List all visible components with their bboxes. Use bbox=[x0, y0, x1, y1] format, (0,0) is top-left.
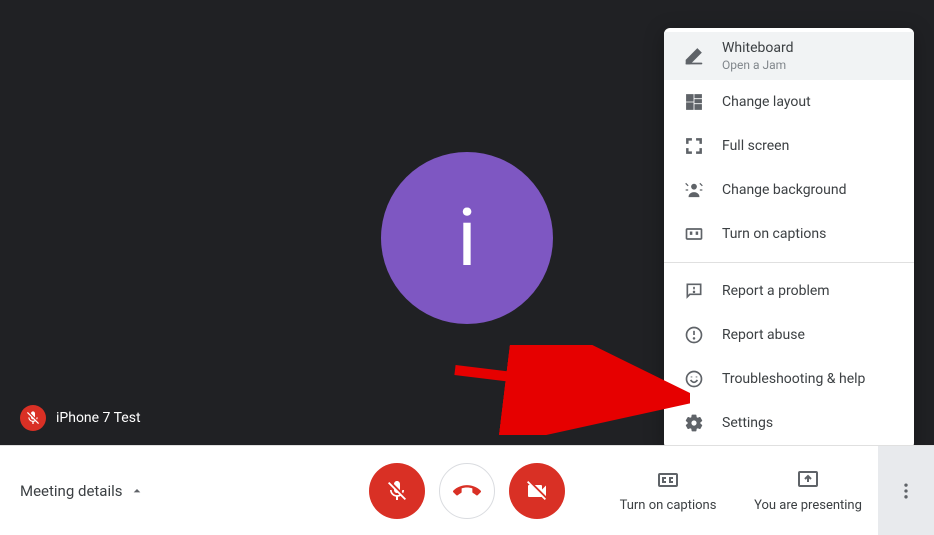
menu-item-report-problem[interactable]: Report a problem bbox=[664, 269, 914, 313]
menu-divider bbox=[664, 262, 914, 263]
menu-item-captions[interactable]: Turn on captions bbox=[664, 212, 914, 256]
menu-label: Settings bbox=[722, 415, 773, 431]
menu-label: Whiteboard bbox=[722, 40, 794, 56]
background-icon bbox=[682, 178, 706, 202]
participant-avatar: i bbox=[381, 152, 553, 324]
pencil-icon bbox=[682, 44, 706, 68]
troubleshoot-icon bbox=[682, 367, 706, 391]
mic-off-icon bbox=[385, 479, 409, 503]
menu-label: Change background bbox=[722, 182, 847, 198]
meeting-details-button[interactable]: Meeting details bbox=[0, 482, 145, 500]
present-label: You are presenting bbox=[754, 498, 862, 513]
menu-item-whiteboard[interactable]: Whiteboard Open a Jam bbox=[664, 32, 914, 80]
hangup-icon bbox=[453, 477, 481, 505]
camera-off-icon bbox=[525, 479, 549, 503]
meeting-details-label: Meeting details bbox=[20, 482, 123, 500]
mic-muted-icon bbox=[20, 405, 46, 431]
menu-label: Report abuse bbox=[722, 327, 805, 343]
menu-label: Report a problem bbox=[722, 283, 830, 299]
layout-icon bbox=[682, 90, 706, 114]
mute-mic-button[interactable] bbox=[369, 463, 425, 519]
menu-item-change-background[interactable]: Change background bbox=[664, 168, 914, 212]
menu-item-troubleshooting[interactable]: Troubleshooting & help bbox=[664, 357, 914, 401]
participant-name: iPhone 7 Test bbox=[56, 410, 141, 426]
present-icon bbox=[796, 468, 820, 492]
menu-label: Turn on captions bbox=[722, 226, 826, 242]
menu-item-report-abuse[interactable]: Report abuse bbox=[664, 313, 914, 357]
menu-label: Change layout bbox=[722, 94, 811, 110]
call-controls bbox=[369, 463, 565, 519]
chevron-up-icon bbox=[129, 483, 145, 499]
more-vert-icon bbox=[896, 481, 916, 501]
menu-sublabel: Open a Jam bbox=[722, 58, 794, 72]
menu-item-settings[interactable]: Settings bbox=[664, 401, 914, 445]
more-options-menu: Whiteboard Open a Jam Change layout Full… bbox=[664, 28, 914, 449]
bottom-bar-right: Turn on captions You are presenting bbox=[598, 446, 934, 535]
bottom-bar: Meeting details Turn on captions You are… bbox=[0, 445, 934, 535]
captions-toggle[interactable]: Turn on captions bbox=[598, 446, 738, 535]
participant-chip: iPhone 7 Test bbox=[20, 405, 141, 431]
avatar-initial: i bbox=[457, 191, 476, 285]
present-button[interactable]: You are presenting bbox=[738, 446, 878, 535]
menu-item-full-screen[interactable]: Full screen bbox=[664, 124, 914, 168]
captions-icon bbox=[682, 222, 706, 246]
menu-item-change-layout[interactable]: Change layout bbox=[664, 80, 914, 124]
captions-icon bbox=[656, 468, 680, 492]
menu-label: Full screen bbox=[722, 138, 789, 154]
menu-label: Troubleshooting & help bbox=[722, 371, 865, 387]
hangup-button[interactable] bbox=[439, 463, 495, 519]
report-abuse-icon bbox=[682, 323, 706, 347]
camera-off-button[interactable] bbox=[509, 463, 565, 519]
more-options-button[interactable] bbox=[878, 446, 934, 535]
captions-label: Turn on captions bbox=[620, 498, 717, 513]
fullscreen-icon bbox=[682, 134, 706, 158]
gear-icon bbox=[682, 411, 706, 435]
feedback-icon bbox=[682, 279, 706, 303]
